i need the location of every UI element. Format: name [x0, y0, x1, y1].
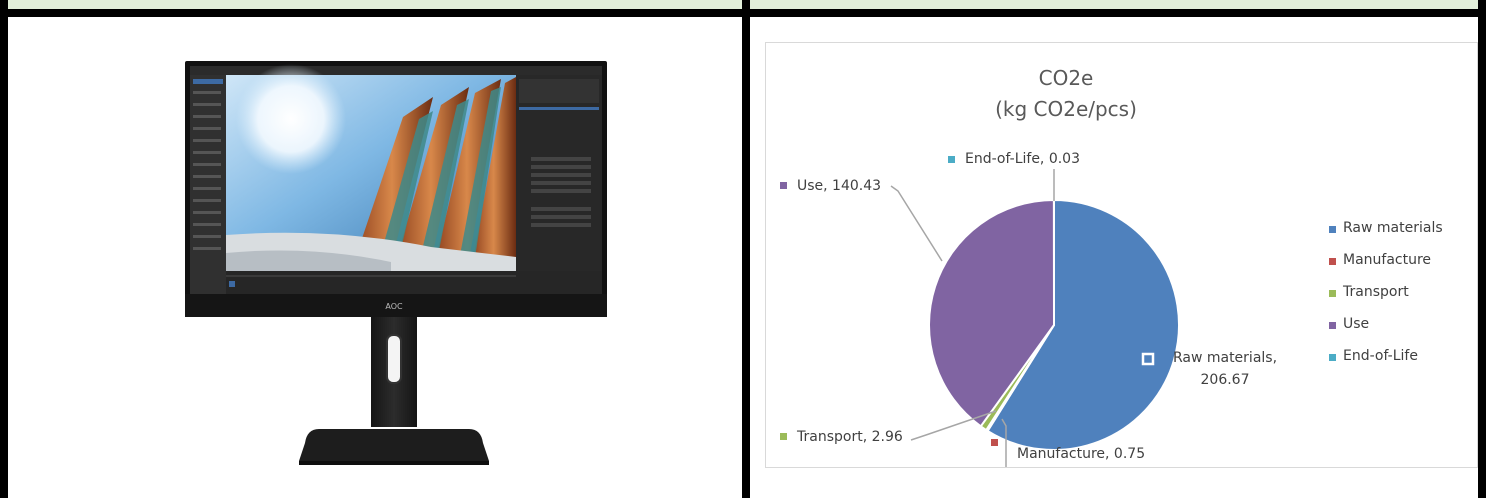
- legend-label-use: Use: [1343, 316, 1370, 332]
- legend-label-manufacture: Manufacture: [1343, 252, 1432, 268]
- data-label-marker-transport: [780, 433, 787, 440]
- data-label-manufacture: Manufacture, 0.75: [1017, 446, 1145, 462]
- chart-title-line-2: (kg CO2e/pcs): [995, 97, 1137, 121]
- legend-swatch-use: [1329, 322, 1336, 329]
- legend-label-raw-materials: Raw materials: [1343, 220, 1443, 236]
- chart-title: CO2e (kg CO2e/pcs): [946, 63, 1186, 125]
- monitor-stand-base: [299, 429, 489, 461]
- legend-swatch-raw-materials: [1329, 226, 1336, 233]
- data-label-marker-raw-materials: [1141, 352, 1155, 366]
- chart-title-line-1: CO2e: [1038, 66, 1094, 90]
- right-header-strip: [750, 0, 1478, 9]
- legend-label-transport: Transport: [1343, 284, 1409, 300]
- data-label-end-of-life: End-of-Life, 0.03: [965, 151, 1080, 167]
- legend-label-end-of-life: End-of-Life: [1343, 348, 1418, 364]
- legend-swatch-transport: [1329, 290, 1336, 297]
- left-header-strip: [8, 0, 742, 9]
- monitor-image: AOC: [185, 61, 607, 465]
- data-label-marker-manufacture: [991, 439, 998, 446]
- data-label-marker-end-of-life: [948, 156, 955, 163]
- leader-line-use: [890, 185, 943, 262]
- data-label-use: Use, 140.43: [797, 178, 881, 194]
- data-label-transport: Transport, 2.96: [796, 429, 903, 445]
- brand-logo: AOC: [385, 302, 403, 311]
- pie-chart: Raw materials, 206.67 Manufacture, 0.75 Tra…: [765, 42, 1478, 468]
- data-label-raw-materials: Raw materials, 206.67: [1173, 350, 1277, 388]
- data-label-marker-use: [780, 182, 787, 189]
- product-image-cell: AOC: [8, 17, 742, 498]
- legend-swatch-end-of-life: [1329, 354, 1336, 361]
- legend-swatch-manufacture: [1329, 258, 1336, 265]
- chart-cell: Raw materials, 206.67 Manufacture, 0.75 Tra…: [750, 17, 1478, 498]
